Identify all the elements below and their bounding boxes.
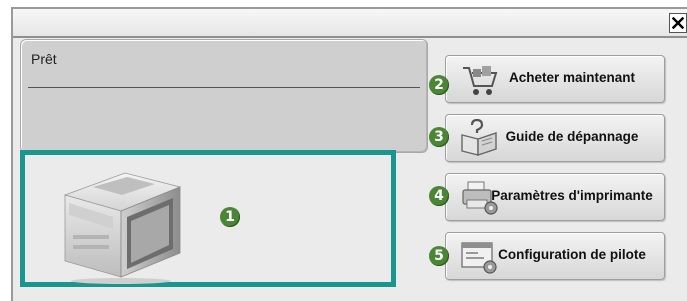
printer-settings-button[interactable]: Paramètres d'imprimante <box>445 173 665 221</box>
status-text: Prêt <box>31 51 57 67</box>
buy-now-label: Acheter maintenant <box>508 70 636 85</box>
printer-image <box>63 172 182 284</box>
close-icon <box>672 17 684 29</box>
callout-4: 4 <box>429 186 449 206</box>
status-panel: Prêt <box>20 39 428 153</box>
driver-configuration-button[interactable]: Configuration de pilote <box>445 232 665 280</box>
buy-now-button[interactable]: Acheter maintenant <box>445 55 665 103</box>
driver-configuration-label: Configuration de pilote <box>498 247 646 262</box>
callout-1: 1 <box>220 207 240 227</box>
status-divider <box>28 87 420 88</box>
callout-2: 2 <box>429 75 449 95</box>
close-button[interactable] <box>669 13 687 33</box>
printer-settings-label: Paramètres d'imprimante <box>491 188 653 203</box>
callout-5: 5 <box>429 246 449 266</box>
callout-3: 3 <box>429 127 449 147</box>
printer-image-frame: 1 <box>20 150 396 287</box>
title-bar <box>13 9 687 38</box>
troubleshooting-guide-label: Guide de dépannage <box>505 129 639 144</box>
troubleshooting-guide-button[interactable]: Guide de dépannage <box>445 114 665 162</box>
